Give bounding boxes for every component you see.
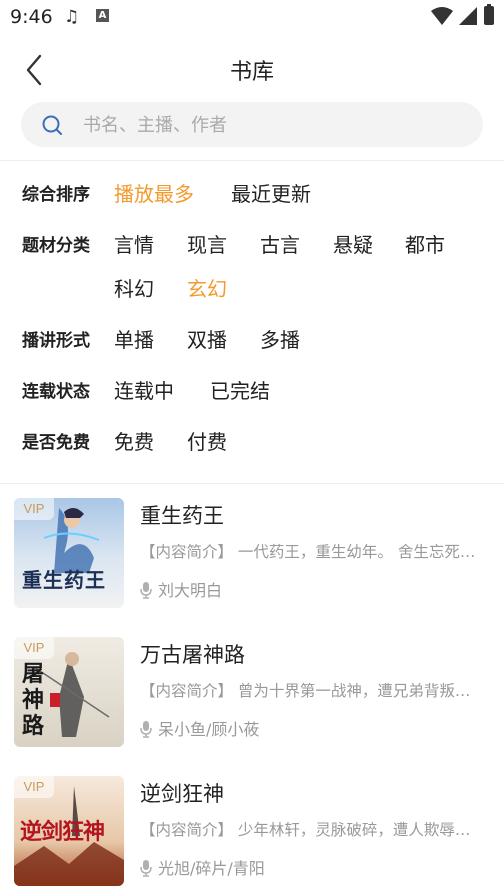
- book-description: 【内容简介】 少年林轩，灵脉破碎，遭人欺辱…: [140, 821, 471, 839]
- microphone-icon: [140, 860, 152, 877]
- search-input[interactable]: [81, 102, 465, 149]
- signal-icon: [459, 7, 477, 25]
- filter-label-sort: 综合排序: [22, 185, 90, 205]
- book-narrator-row: 刘大明白: [140, 577, 222, 601]
- filter-label-status: 连载状态: [22, 382, 90, 402]
- book-item[interactable]: VIP 重生药王 重生药王 【内容简介】 一代药王，重生幼年。 舍生忘死… 刘大…: [14, 498, 494, 613]
- book-cover: VIP 屠神路: [14, 637, 124, 747]
- filter-option-ancient-romance[interactable]: 古言: [260, 229, 300, 258]
- status-bar: 9:46 ♫ A: [0, 0, 504, 34]
- wifi-icon: [431, 7, 453, 25]
- filter-option-free[interactable]: 免费: [114, 426, 154, 455]
- filter-label-free: 是否免费: [22, 433, 90, 453]
- vip-badge: VIP: [14, 498, 54, 520]
- book-narrator-row: 光旭/碎片/青阳: [140, 855, 265, 879]
- status-time: 9:46: [10, 6, 53, 28]
- book-cover: VIP 逆剑狂神: [14, 776, 124, 886]
- a-badge-icon: A: [96, 9, 109, 22]
- filter-option-ongoing[interactable]: 连载中: [114, 375, 174, 404]
- filter-option-modern-romance[interactable]: 现言: [187, 229, 227, 258]
- cover-title-text: 屠神路: [22, 661, 45, 739]
- book-cover: VIP 重生药王: [14, 498, 124, 608]
- filter-option-dual[interactable]: 双播: [187, 324, 227, 353]
- filter-option-scifi[interactable]: 科幻: [114, 273, 154, 302]
- music-note-icon: ♫: [64, 7, 80, 27]
- page-title: 书库: [229, 60, 274, 85]
- book-narrator: 刘大明白: [158, 581, 223, 600]
- divider: [0, 483, 504, 484]
- filter-option-romance[interactable]: 言情: [114, 229, 154, 258]
- book-narrator: 光旭/碎片/青阳: [158, 859, 265, 878]
- search-icon: [42, 115, 62, 135]
- filter-option-completed[interactable]: 已完结: [210, 375, 270, 404]
- divider: [0, 160, 504, 161]
- cover-title-text: 逆剑狂神: [20, 819, 105, 845]
- battery-icon: [484, 4, 494, 25]
- filter-option-fantasy[interactable]: 玄幻: [187, 273, 227, 302]
- microphone-icon: [140, 582, 152, 599]
- book-narrator-row: 呆小鱼/顾小莜: [140, 716, 259, 740]
- title-bar: 书库: [0, 40, 504, 98]
- filter-option-suspense[interactable]: 悬疑: [333, 229, 373, 258]
- microphone-icon: [140, 721, 152, 738]
- book-title: 万古屠神路: [140, 643, 245, 667]
- cover-title-text: 重生药王: [22, 568, 106, 592]
- vip-badge: VIP: [14, 637, 54, 659]
- book-narrator: 呆小鱼/顾小莜: [158, 720, 260, 739]
- vip-badge: VIP: [14, 776, 54, 798]
- search-bar[interactable]: [21, 102, 483, 149]
- book-description: 【内容简介】 一代药王，重生幼年。 舍生忘死…: [140, 543, 476, 561]
- filter-option-single[interactable]: 单播: [114, 324, 154, 353]
- filter-label-format: 播讲形式: [22, 331, 90, 351]
- filter-option-urban[interactable]: 都市: [405, 229, 445, 258]
- filter-option-paid[interactable]: 付费: [187, 426, 227, 455]
- filter-option-recent-update[interactable]: 最近更新: [231, 178, 311, 207]
- filter-label-genre: 题材分类: [22, 236, 90, 256]
- book-title: 重生药王: [140, 504, 224, 528]
- book-description: 【内容简介】 曾为十界第一战神，遭兄弟背叛…: [140, 682, 471, 700]
- book-item[interactable]: VIP 屠神路 万古屠神路 【内容简介】 曾为十界第一战神，遭兄弟背叛… 呆小鱼…: [14, 637, 494, 752]
- book-item[interactable]: VIP 逆剑狂神 逆剑狂神 【内容简介】 少年林轩，灵脉破碎，遭人欺辱… 光旭/…: [14, 776, 494, 891]
- book-title: 逆剑狂神: [140, 782, 224, 806]
- filter-option-play-most[interactable]: 播放最多: [114, 178, 194, 207]
- filter-option-multi[interactable]: 多播: [260, 324, 300, 353]
